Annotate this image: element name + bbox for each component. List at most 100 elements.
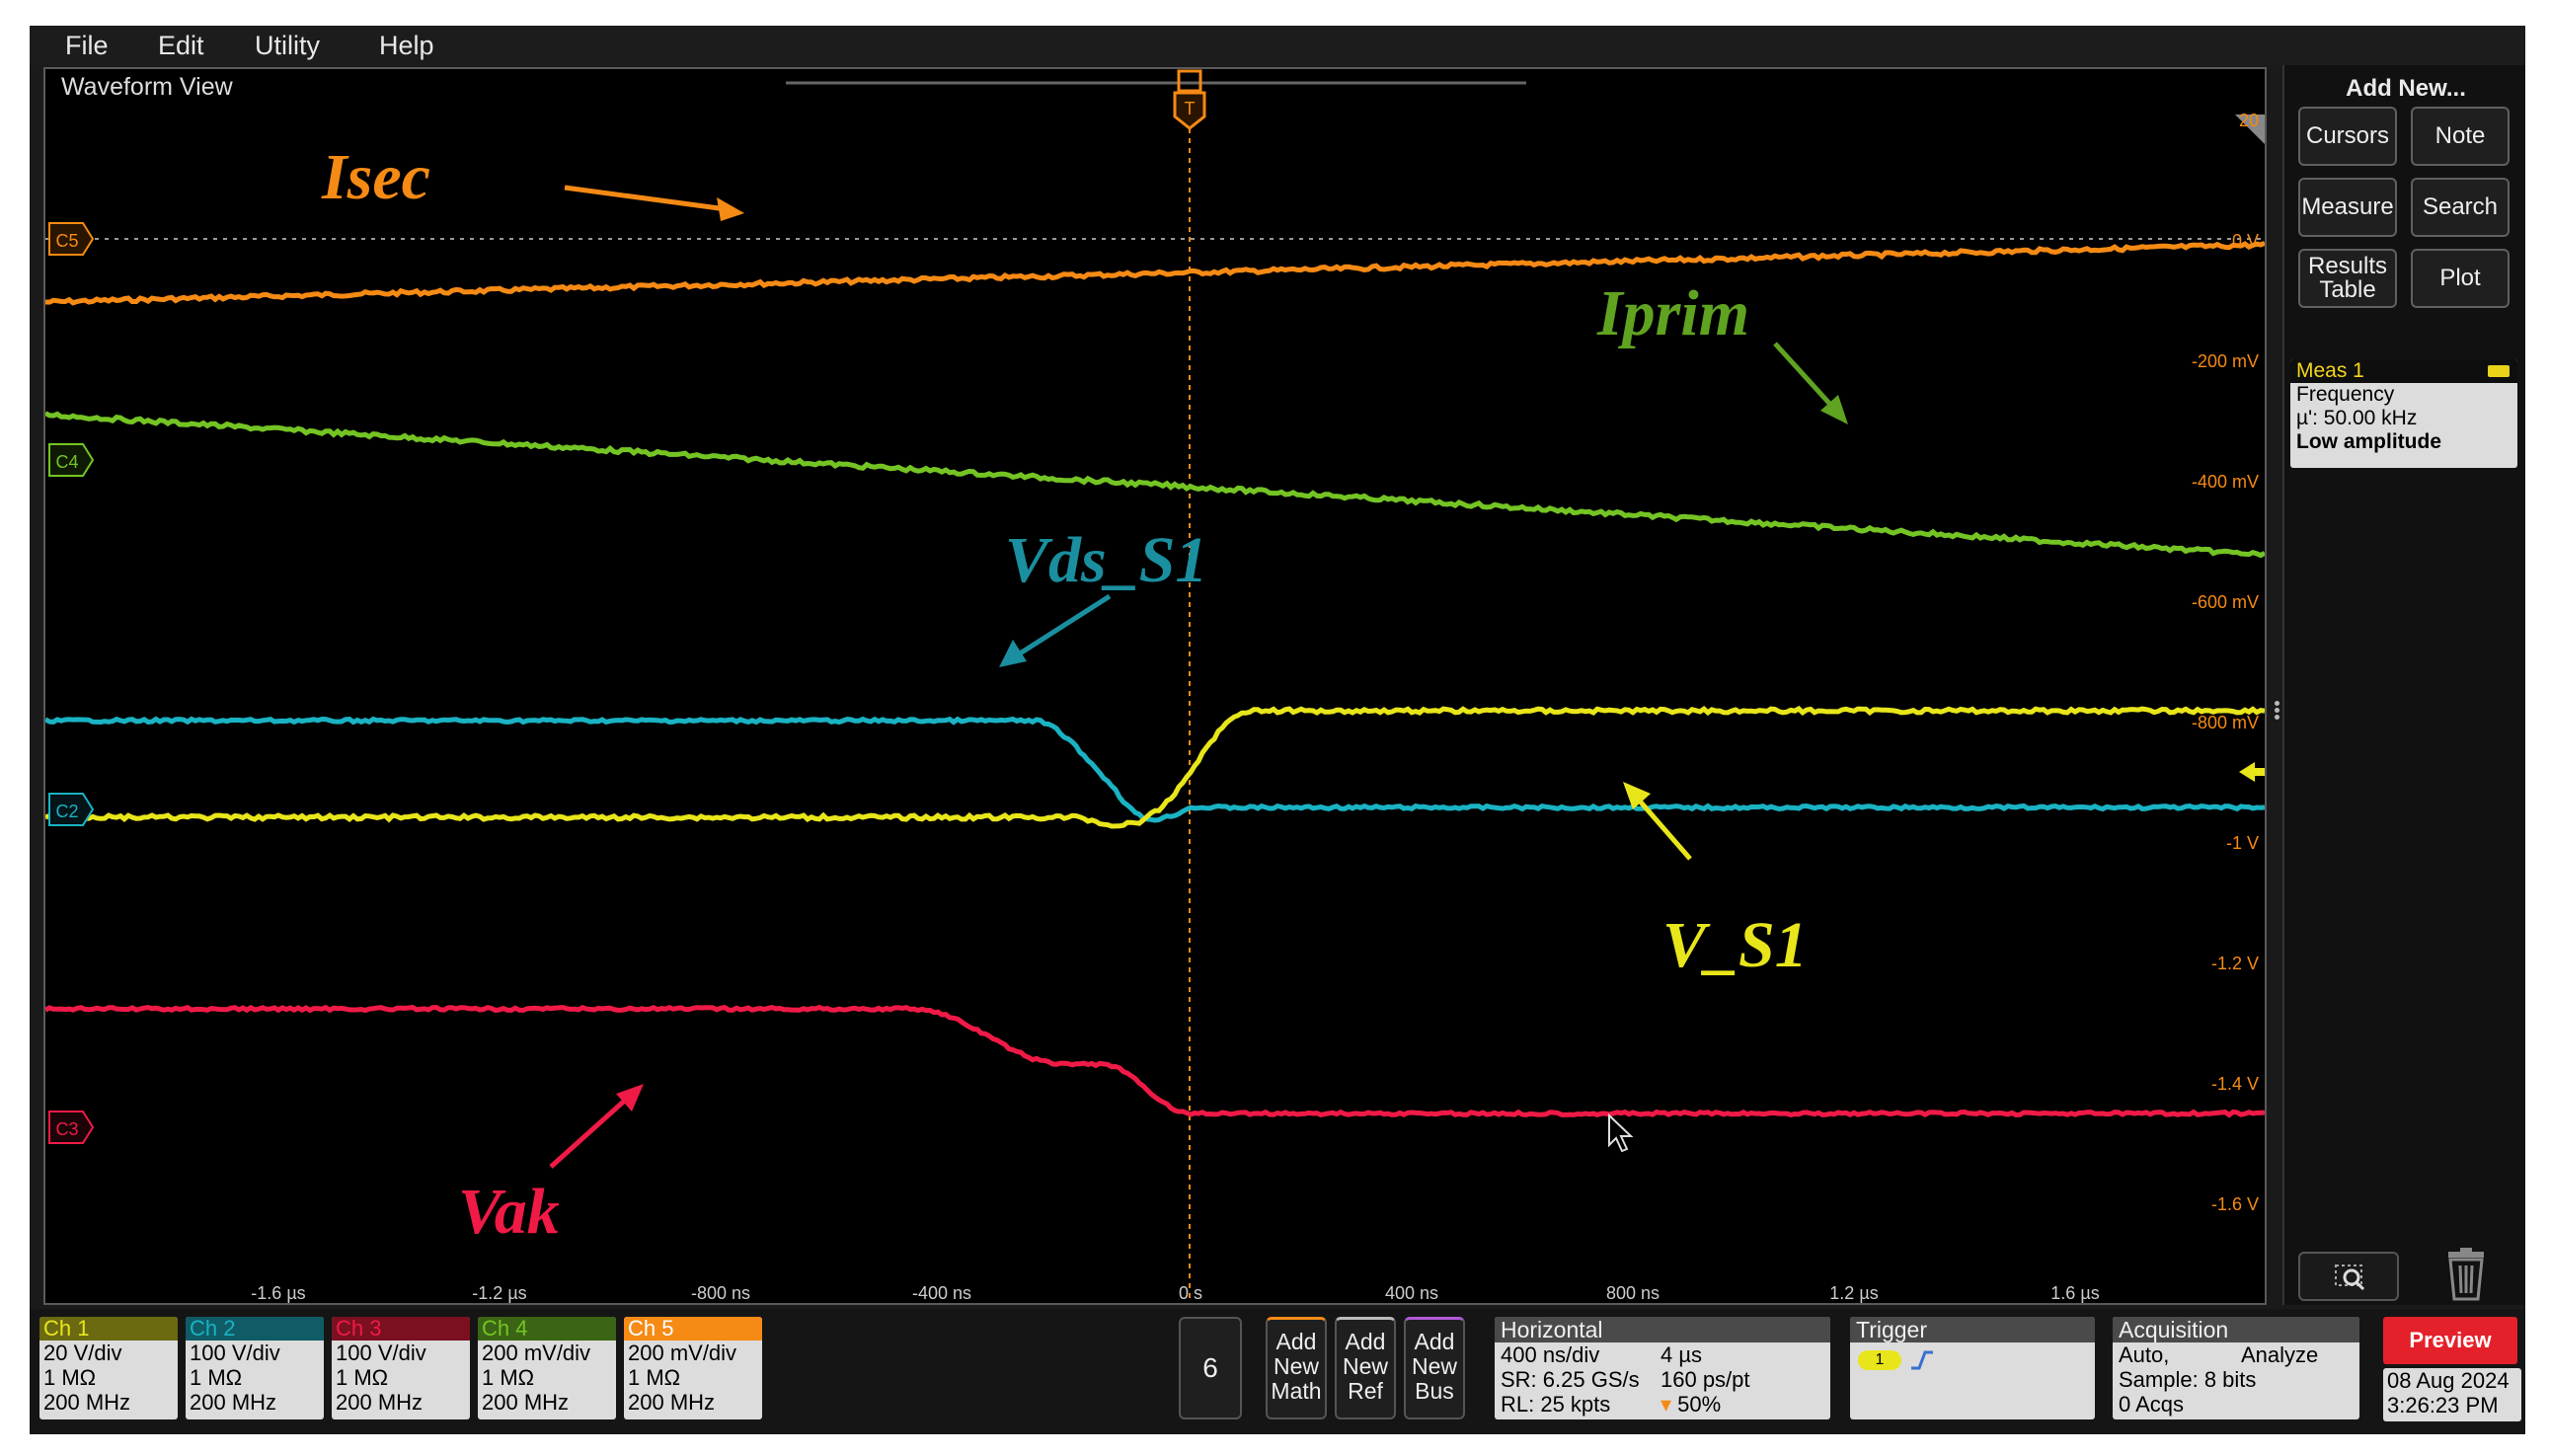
time-axis-label: 0 s — [1179, 1283, 1202, 1303]
add-new-title: Add New... — [2346, 75, 2466, 102]
y-scale-label: 20 — [2239, 111, 2259, 130]
channel-marker-c3[interactable]: C3 — [48, 1111, 95, 1144]
add-new-ref-button[interactable]: Add New Ref — [1335, 1317, 1396, 1419]
channel-badge-ch3[interactable]: Ch 3 100 V/div 1 MΩ 200 MHz — [332, 1317, 470, 1419]
plot-button[interactable]: Plot — [2411, 249, 2510, 308]
trace-ch3 — [45, 1004, 2265, 1118]
channel-vdiv: 200 mV/div — [482, 1341, 591, 1365]
arrow-iprim — [1773, 342, 1848, 424]
meas1-source-tag — [2488, 365, 2510, 377]
more-channels-button[interactable]: 6 — [1179, 1317, 1242, 1419]
acquisition-badge[interactable]: Acquisition Auto, Analyze Sample: 8 bits … — [2113, 1317, 2359, 1419]
channel-impedance: 1 MΩ — [43, 1365, 97, 1390]
channel-vdiv: 100 V/div — [190, 1341, 280, 1365]
time-axis-label: 400 ns — [1385, 1283, 1438, 1303]
zoom-button[interactable] — [2298, 1252, 2399, 1301]
channel-marker-c4[interactable]: C4 — [48, 443, 95, 477]
y-scale-label: 0 V — [2232, 231, 2259, 251]
record-length: RL: 25 kpts — [1501, 1392, 1611, 1417]
add-new-math-button[interactable]: Add New Math — [1266, 1317, 1327, 1419]
channel-vdiv: 100 V/div — [336, 1341, 426, 1365]
channel-badge-ch2[interactable]: Ch 2 100 V/div 1 MΩ 200 MHz — [186, 1317, 324, 1419]
mouse-pointer-icon — [1608, 1112, 1634, 1153]
record-duration: 4 µs — [1661, 1342, 1703, 1367]
time-axis-label: -1.2 µs — [472, 1283, 526, 1303]
horizontal-badge[interactable]: Horizontal 400 ns/div 4 µs SR: 6.25 GS/s 1… — [1495, 1317, 1830, 1419]
date-time-display: 08 Aug 2024 3:26:23 PM — [2383, 1368, 2521, 1421]
meas1-badge[interactable]: Meas 1 Frequency µ': 50.00 kHz Low ampli… — [2290, 359, 2517, 468]
menu-utility[interactable]: Utility — [255, 28, 320, 63]
trigger-badge[interactable]: Trigger 1 — [1850, 1317, 2095, 1419]
y-scale-label: -1.2 V — [2211, 954, 2259, 973]
meas1-type: Frequency — [2296, 383, 2395, 406]
trash-button[interactable] — [2436, 1246, 2496, 1303]
time-axis-label: -800 ns — [691, 1283, 750, 1303]
acquisition-count: 0 Acqs — [2119, 1392, 2185, 1417]
menu-edit[interactable]: Edit — [158, 28, 204, 63]
channel-marker-c5[interactable]: C5 — [48, 222, 95, 256]
annotation-isec: Isec — [322, 141, 430, 213]
position-marker-icon: ▾ — [1661, 1392, 1678, 1417]
right-panel: Add New... Cursors Note Measure Search R… — [2275, 65, 2525, 1305]
note-button[interactable]: Note — [2411, 107, 2510, 166]
add-new-bus-button[interactable]: Add New Bus — [1404, 1317, 1465, 1419]
sample-rate: SR: 6.25 GS/s — [1501, 1367, 1640, 1392]
channel-name: Ch 4 — [478, 1317, 616, 1341]
trace-ch2 — [45, 716, 2265, 823]
trigger-level-arrow-icon[interactable] — [2239, 762, 2265, 782]
meas1-header: Meas 1 — [2290, 359, 2517, 383]
channel-name: Ch 2 — [186, 1317, 324, 1341]
time-label: 3:26:23 PM — [2387, 1393, 2499, 1418]
channel-impedance: 1 MΩ — [336, 1365, 389, 1390]
trigger-position-marker[interactable]: T — [1173, 69, 1206, 130]
channel-marker-c2[interactable]: C2 — [48, 793, 95, 826]
acquisition-mode: Auto, — [2119, 1342, 2170, 1367]
waveform-view-title: Waveform View — [61, 73, 233, 101]
meas1-title: Meas 1 — [2296, 359, 2364, 382]
annotation-vak: Vak — [458, 1176, 560, 1248]
channel-bandwidth: 200 MHz — [190, 1390, 277, 1415]
horizontal-row-3: RL: 25 kpts ▾ 50% — [1495, 1392, 1830, 1417]
y-scale-label: -200 mV — [2192, 351, 2259, 371]
zoom-icon — [2335, 1264, 2365, 1291]
waveform-plot[interactable]: T C5 C4 C2 C3 20 0 V -200 mV -400 mV -60… — [45, 69, 2265, 1303]
channel-badge-ch4[interactable]: Ch 4 200 mV/div 1 MΩ 200 MHz — [478, 1317, 616, 1419]
annotation-iprim: Iprim — [1597, 277, 1750, 349]
annotation-v-s1: V_S1 — [1662, 909, 1808, 981]
channel-impedance: 1 MΩ — [628, 1365, 681, 1390]
y-scale-label: -600 mV — [2192, 592, 2259, 612]
y-scale-label: -1.4 V — [2211, 1074, 2259, 1094]
meas1-value: µ': 50.00 kHz — [2296, 407, 2418, 429]
trace-ch5 — [45, 240, 2265, 306]
annotation-vds-s1: Vds_S1 — [1005, 524, 1208, 596]
menu-help[interactable]: Help — [379, 28, 434, 63]
measure-button[interactable]: Measure — [2298, 178, 2397, 237]
channel-name: Ch 5 — [624, 1317, 762, 1341]
trigger-title: Trigger — [1850, 1317, 2095, 1342]
results-table-button[interactable]: Results Table — [2298, 249, 2397, 308]
trash-icon — [2448, 1248, 2484, 1301]
panel-drag-handle[interactable] — [2275, 699, 2280, 728]
time-axis-label: -1.6 µs — [251, 1283, 305, 1303]
y-scale-label: -400 mV — [2192, 472, 2259, 492]
acquisition-sample-bits: Sample: 8 bits — [2119, 1367, 2257, 1392]
preview-button[interactable]: Preview — [2383, 1317, 2517, 1364]
horizontal-title: Horizontal — [1495, 1317, 1830, 1342]
cursors-button[interactable]: Cursors — [2298, 107, 2397, 166]
horizontal-row-2: SR: 6.25 GS/s 160 ps/pt — [1495, 1367, 1830, 1392]
channel-badge-ch5[interactable]: Ch 5 200 mV/div 1 MΩ 200 MHz — [624, 1317, 762, 1419]
channel-bandwidth: 200 MHz — [43, 1390, 131, 1415]
y-scale-label: -1.6 V — [2211, 1194, 2259, 1214]
channel-bandwidth: 200 MHz — [336, 1390, 424, 1415]
acquisition-analyze: Analyze — [2241, 1342, 2319, 1367]
trigger-position: ▾ 50% — [1661, 1392, 1721, 1417]
time-per-point: 160 ps/pt — [1661, 1367, 1750, 1392]
channel-badge-ch1[interactable]: Ch 1 20 V/div 1 MΩ 200 MHz — [39, 1317, 178, 1419]
menu-file[interactable]: File — [65, 28, 109, 63]
meas1-status: Low amplitude — [2296, 430, 2441, 453]
channel-name: Ch 3 — [332, 1317, 470, 1341]
channel-impedance: 1 MΩ — [482, 1365, 535, 1390]
waveform-view[interactable]: T C5 C4 C2 C3 20 0 V -200 mV -400 mV -60… — [43, 67, 2267, 1305]
search-button[interactable]: Search — [2411, 178, 2510, 237]
time-per-div: 400 ns/div — [1501, 1342, 1600, 1367]
